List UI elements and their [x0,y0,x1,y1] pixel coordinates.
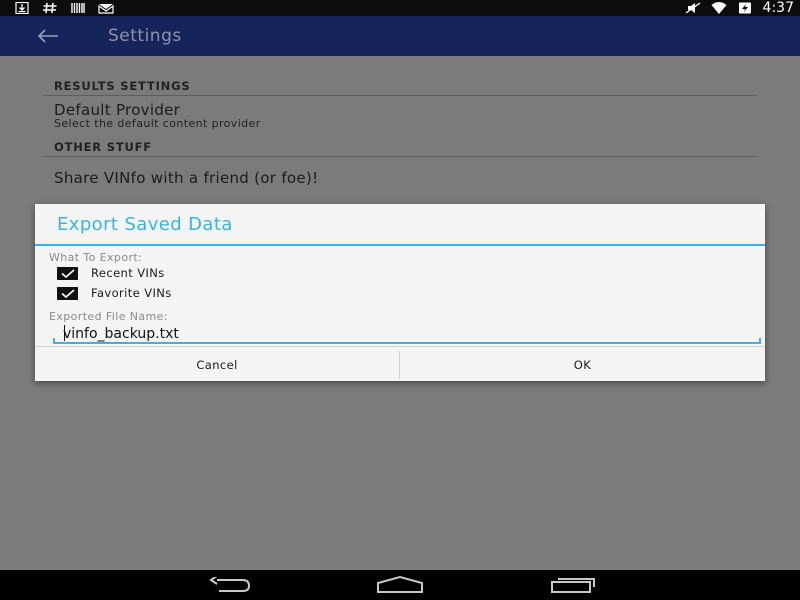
nav-home-button[interactable] [370,574,430,596]
dialog-title: Export Saved Data [57,214,233,235]
title-divider [35,244,765,246]
divider [43,95,757,96]
checkbox-label: Favorite VINs [91,286,172,300]
status-bar: 4:37 [0,0,800,16]
dialog-buttons: Cancel OK [35,346,765,382]
back-icon [209,577,251,592]
app-bar: Settings [0,16,800,56]
system-icons: 4:37 [685,0,794,16]
cancel-button[interactable]: Cancel [35,347,399,382]
ok-button[interactable]: OK [400,347,765,382]
barcode-icon [71,3,85,13]
divider [43,156,757,157]
favorite-vins-checkbox[interactable]: Favorite VINs [57,285,172,301]
clock: 4:37 [762,0,794,16]
nav-recents-button[interactable] [542,574,602,596]
checkbox-checked-icon [57,286,78,300]
home-icon [377,576,423,593]
input-underline [53,338,55,344]
mail-icon [98,4,114,14]
checkbox-label: Recent VINs [91,266,165,280]
other-stuff-header: OTHER STUFF [54,140,152,154]
input-underline [53,342,761,344]
nav-back-button[interactable] [198,574,258,596]
page-title: Settings [108,26,182,46]
results-settings-header: RESULTS SETTINGS [54,79,191,93]
export-dialog: Export Saved Data What To Export: Recent… [35,204,771,382]
mute-icon [685,2,700,14]
battery-charging-icon [738,2,751,14]
back-arrow-icon[interactable] [36,28,60,44]
text-cursor [64,325,65,341]
recent-vins-checkbox[interactable]: Recent VINs [57,265,165,281]
hash-icon [43,2,57,14]
wifi-icon [711,2,727,14]
input-underline [759,338,761,344]
checkbox-checked-icon [57,266,78,280]
recent-apps-icon [551,578,595,593]
share-item[interactable]: Share VINfo with a friend (or foe)! [54,169,318,187]
what-to-export-label: What To Export: [49,251,143,264]
file-name-label: Exported File Name: [49,310,168,323]
default-provider-summary: Select the default content provider [54,117,261,130]
download-icon [15,2,29,14]
notification-icons [14,0,114,16]
navigation-bar [0,570,800,600]
file-name-input[interactable] [53,324,771,344]
